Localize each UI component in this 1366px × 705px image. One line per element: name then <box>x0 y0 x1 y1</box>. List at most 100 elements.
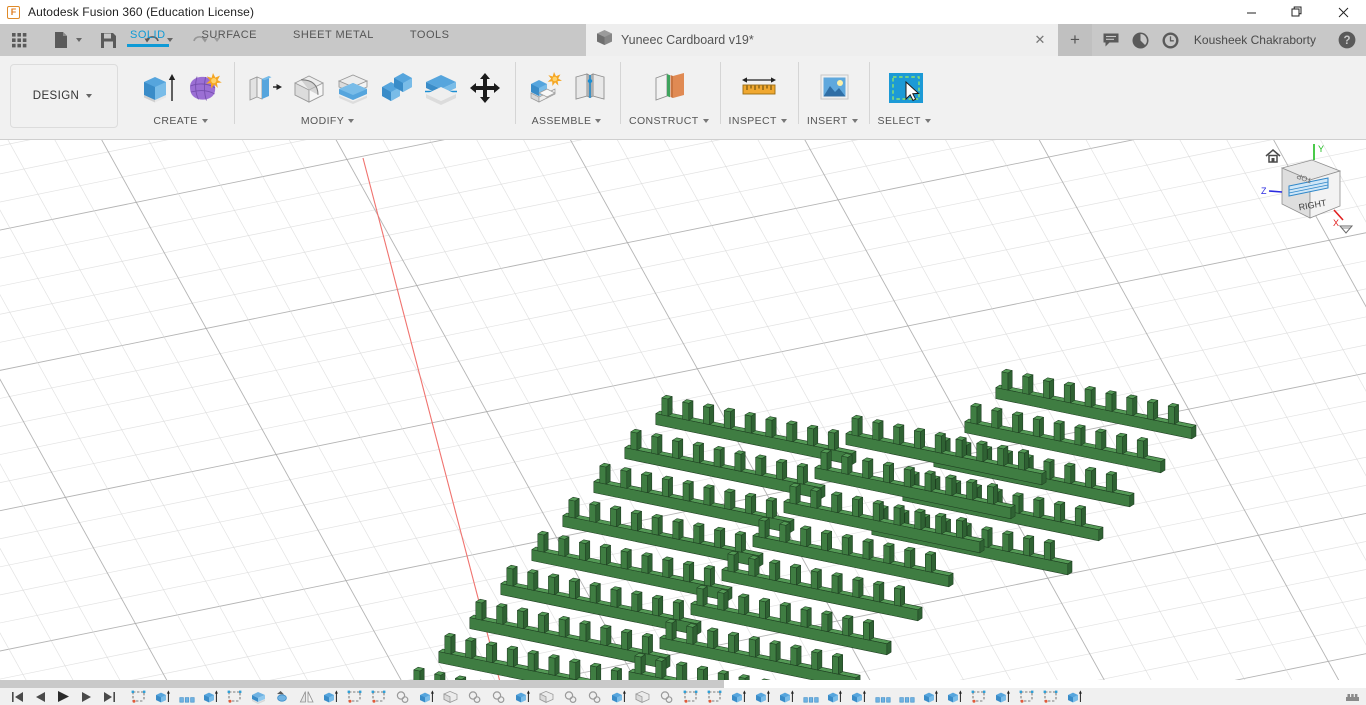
go-to-end-icon[interactable] <box>98 688 121 705</box>
sketch-icon[interactable] <box>223 688 247 705</box>
fillet-icon[interactable] <box>631 688 655 705</box>
create-form-icon[interactable] <box>182 64 226 112</box>
extrude-icon[interactable] <box>943 688 967 705</box>
panel-select-label[interactable]: SELECT <box>878 112 934 130</box>
shell-icon[interactable] <box>331 64 375 112</box>
mirror-icon[interactable] <box>295 688 319 705</box>
view-cube[interactable]: RIGHT TOP Y Z X <box>1260 140 1360 244</box>
hole-icon[interactable] <box>583 688 607 705</box>
extrude-icon[interactable] <box>319 688 343 705</box>
split-body-icon[interactable] <box>419 64 463 112</box>
sketch-icon[interactable] <box>1039 688 1063 705</box>
panel-assemble-text: ASSEMBLE <box>531 115 592 127</box>
design-canvas[interactable]: RIGHT TOP Y Z X <box>0 140 1366 682</box>
close-button[interactable] <box>1320 0 1366 24</box>
extrude-icon[interactable] <box>823 688 847 705</box>
sketch-icon[interactable] <box>1015 688 1039 705</box>
document-tab[interactable]: Yuneec Cardboard v19* ✕ <box>586 24 1058 56</box>
workspace-selector[interactable]: DESIGN <box>10 64 118 128</box>
extrude-icon[interactable] <box>727 688 751 705</box>
go-to-start-icon[interactable] <box>6 688 29 705</box>
tab-surface[interactable]: SURFACE <box>202 29 257 47</box>
hole-icon[interactable] <box>655 688 679 705</box>
help-icon[interactable]: ? <box>1334 27 1360 53</box>
sketch-icon[interactable] <box>967 688 991 705</box>
pattern-icon[interactable] <box>895 688 919 705</box>
measure-icon[interactable] <box>737 64 781 112</box>
panel-create-text: CREATE <box>153 115 198 127</box>
insert-image-icon[interactable] <box>812 64 856 112</box>
ribbon-panels: CREATE MODIFY ASSEMBLE CONSTRUCT INSPECT… <box>130 56 942 140</box>
cube-body: RIGHT TOP <box>1280 159 1342 219</box>
recent-icon[interactable] <box>1158 27 1184 53</box>
panel-create-label[interactable]: CREATE <box>153 112 210 130</box>
extrude-icon[interactable] <box>775 688 799 705</box>
extrude-icon[interactable] <box>607 688 631 705</box>
new-component-icon[interactable] <box>524 64 568 112</box>
maximize-button[interactable] <box>1274 0 1320 24</box>
extrude-icon[interactable] <box>1063 688 1087 705</box>
panel-construct-label[interactable]: CONSTRUCT <box>629 112 712 130</box>
minimize-button[interactable] <box>1228 0 1274 24</box>
comment-icon[interactable] <box>1098 27 1124 53</box>
step-forward-icon[interactable] <box>75 688 98 705</box>
extrude-icon[interactable] <box>151 688 175 705</box>
sketch-icon[interactable] <box>367 688 391 705</box>
app-grid-icon[interactable] <box>6 27 32 53</box>
offset-plane-icon[interactable] <box>648 64 692 112</box>
select-window-icon[interactable] <box>884 64 928 112</box>
new-file-dropdown-caret-icon[interactable] <box>76 38 82 42</box>
fillet-icon[interactable] <box>535 688 559 705</box>
extrude-icon[interactable] <box>415 688 439 705</box>
close-document-tab-icon[interactable]: ✕ <box>1032 32 1048 48</box>
scrollbar-thumb[interactable] <box>0 680 724 688</box>
model-geometry[interactable] <box>0 140 1366 682</box>
play-icon[interactable] <box>52 688 75 705</box>
canvas-horizontal-scrollbar[interactable] <box>0 680 1366 688</box>
pattern-icon[interactable] <box>871 688 895 705</box>
panel-insert-caret-icon <box>851 119 858 123</box>
extrude-icon[interactable] <box>138 64 182 112</box>
tab-sheet-metal[interactable]: SHEET METAL <box>293 29 374 47</box>
panel-inspect-label[interactable]: INSPECT <box>729 112 790 130</box>
extrude-icon[interactable] <box>751 688 775 705</box>
revolve-icon[interactable] <box>271 688 295 705</box>
new-file-icon[interactable] <box>48 27 74 53</box>
panel-modify-label[interactable]: MODIFY <box>301 112 357 130</box>
sketch-icon[interactable] <box>703 688 727 705</box>
hole-icon[interactable] <box>487 688 511 705</box>
job-status-icon[interactable] <box>1128 27 1154 53</box>
hole-icon[interactable] <box>463 688 487 705</box>
extrude-icon[interactable] <box>991 688 1015 705</box>
fillet-icon[interactable] <box>287 64 331 112</box>
extrude-icon[interactable] <box>919 688 943 705</box>
extrude-icon[interactable] <box>511 688 535 705</box>
press-pull-icon[interactable] <box>243 64 287 112</box>
panel-insert: INSERT <box>799 56 869 130</box>
shell-icon[interactable] <box>247 688 271 705</box>
document-cube-icon <box>596 29 613 51</box>
window-title: Autodesk Fusion 360 (Education License) <box>28 5 255 19</box>
extrude-icon[interactable] <box>847 688 871 705</box>
sketch-icon[interactable] <box>343 688 367 705</box>
sketch-icon[interactable] <box>127 688 151 705</box>
sketch-icon[interactable] <box>679 688 703 705</box>
tab-solid[interactable]: SOLID <box>127 29 168 47</box>
timeline-settings[interactable] <box>1345 690 1360 703</box>
fillet-icon[interactable] <box>439 688 463 705</box>
step-back-icon[interactable] <box>29 688 52 705</box>
pattern-icon[interactable] <box>799 688 823 705</box>
rectangular-pattern-icon[interactable] <box>175 688 199 705</box>
save-icon[interactable] <box>95 27 121 53</box>
tab-tools[interactable]: TOOLS <box>410 29 450 47</box>
user-name[interactable]: Kousheek Chakraborty <box>1194 33 1316 47</box>
panel-assemble-label[interactable]: ASSEMBLE <box>532 112 605 130</box>
extrude-icon[interactable] <box>199 688 223 705</box>
hole-icon[interactable] <box>391 688 415 705</box>
panel-insert-label[interactable]: INSERT <box>807 112 861 130</box>
joint-icon[interactable] <box>568 64 612 112</box>
hole-icon[interactable] <box>559 688 583 705</box>
move-copy-icon[interactable] <box>463 64 507 112</box>
axis-y-label: Y <box>1318 144 1324 154</box>
combine-icon[interactable] <box>375 64 419 112</box>
